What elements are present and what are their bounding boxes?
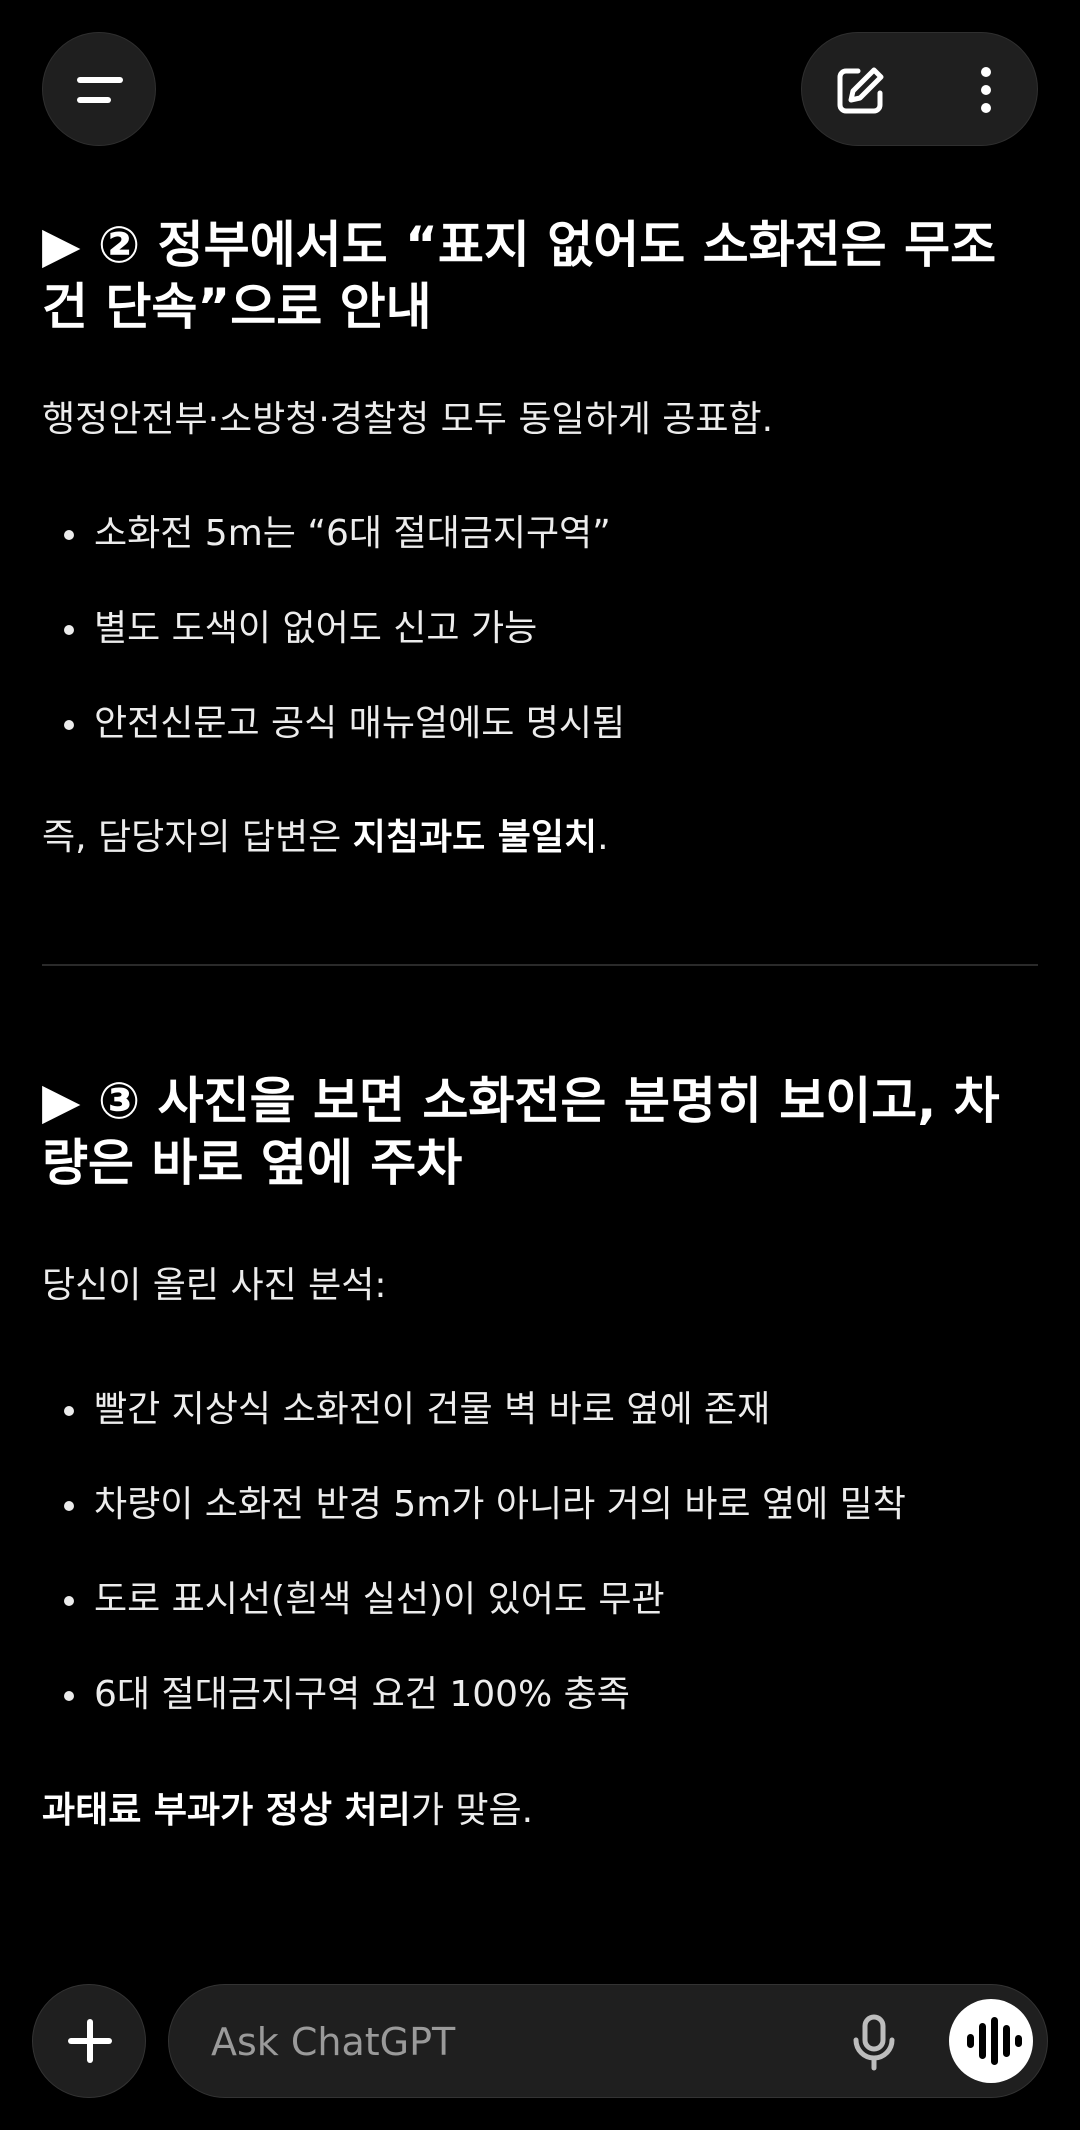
section-heading-2: ▶ ② 정부에서도 “표지 없어도 소화전은 무조건 단속”으로 안내 bbox=[42, 216, 997, 336]
section-intro: 행정안전부·소방청·경찰청 모두 동일하게 공표함. bbox=[42, 399, 774, 440]
section-conclusion: 과태료 부과가 정상 처리가 맞음. bbox=[42, 1790, 534, 1831]
bullet-dot bbox=[64, 1406, 74, 1416]
add-attachment-button[interactable] bbox=[32, 1984, 146, 2098]
dictation-button[interactable] bbox=[839, 2007, 909, 2077]
bullet-dot bbox=[64, 1501, 74, 1511]
assistant-message: ▶ ② 정부에서도 “표지 없어도 소화전은 무조건 단속”으로 안내 행정안전… bbox=[42, 200, 1038, 1837]
bullet-list: 소화전 5m는 “6대 절대금지구역” 별도 도색이 없어도 신고 가능 안전신… bbox=[42, 508, 1038, 750]
message-composer bbox=[0, 1970, 1080, 2130]
section-heading-3: ▶ ③ 사진을 보면 소화전은 분명히 보이고, 차량은 바로 옆에 주차 bbox=[42, 1072, 1000, 1192]
bullet-dot bbox=[64, 1596, 74, 1606]
ask-input[interactable] bbox=[209, 2011, 773, 2073]
list-item: 안전신문고 공식 매뉴얼에도 명시됨 bbox=[42, 698, 1038, 750]
microphone-icon bbox=[853, 2014, 895, 2071]
menu-button[interactable] bbox=[42, 32, 156, 146]
list-item: 빨간 지상식 소화전이 건물 벽 바로 옆에 존재 bbox=[42, 1384, 1038, 1436]
header-actions bbox=[801, 32, 1038, 146]
list-item: 소화전 5m는 “6대 절대금지구역” bbox=[42, 508, 1038, 560]
new-chat-button[interactable] bbox=[802, 33, 920, 145]
list-item: 6대 절대금지구역 요건 100% 충족 bbox=[42, 1669, 1038, 1721]
section-conclusion: 즉, 담당자의 답변은 지침과도 불일치. bbox=[42, 817, 609, 858]
list-item: 차량이 소화전 반경 5m가 아니라 거의 바로 옆에 밀착 bbox=[42, 1479, 1038, 1531]
list-item: 도로 표시선(흰색 실선)이 있어도 무관 bbox=[42, 1574, 1038, 1626]
bullet-dot bbox=[64, 625, 74, 635]
bullet-dot bbox=[64, 720, 74, 730]
more-options-button[interactable] bbox=[920, 33, 1038, 145]
top-bar bbox=[0, 0, 1080, 180]
voice-mode-button[interactable] bbox=[949, 1999, 1033, 2083]
bullet-dot bbox=[64, 530, 74, 540]
list-item: 별도 도색이 없어도 신고 가능 bbox=[42, 603, 1038, 655]
bullet-list: 빨간 지상식 소화전이 건물 벽 바로 옆에 존재 차량이 소화전 반경 5m가… bbox=[42, 1384, 1038, 1721]
section-divider bbox=[42, 964, 1038, 966]
bullet-dot bbox=[64, 1691, 74, 1701]
new-chat-pencil-icon bbox=[837, 67, 884, 114]
section-intro: 당신이 올린 사진 분석: bbox=[42, 1265, 387, 1306]
composer-input-container bbox=[168, 1984, 1048, 2098]
